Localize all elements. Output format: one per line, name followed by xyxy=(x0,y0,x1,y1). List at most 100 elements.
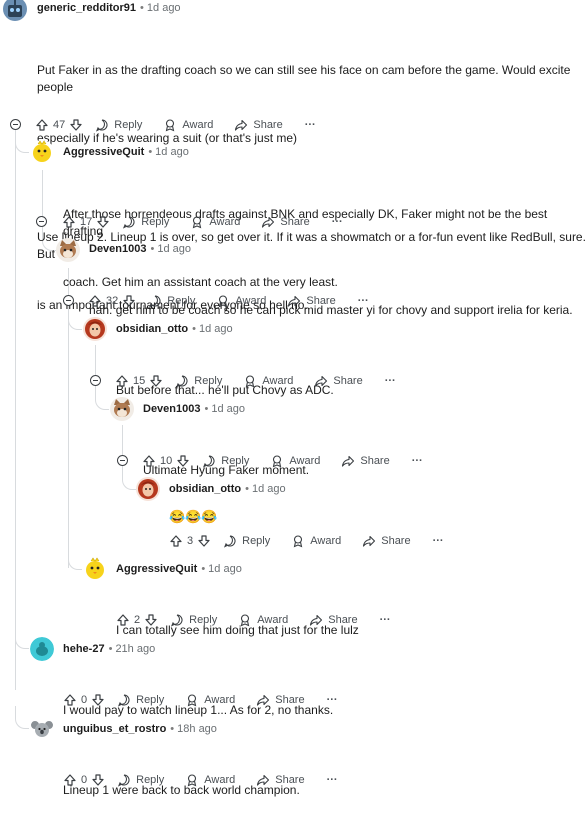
timestamp[interactable]: 1d ago xyxy=(157,243,191,255)
share-button[interactable]: Share xyxy=(234,118,283,132)
reply-button[interactable]: Reply xyxy=(117,693,164,707)
collapse-thread-button[interactable] xyxy=(10,119,21,130)
downvote-icon[interactable] xyxy=(122,294,136,308)
timestamp[interactable]: 1d ago xyxy=(208,563,242,575)
avatar[interactable] xyxy=(83,317,107,341)
share-button[interactable]: Share xyxy=(256,693,305,707)
reply-label: Reply xyxy=(194,375,223,387)
upvote-icon[interactable] xyxy=(63,773,77,787)
more-options-button[interactable]: ··· xyxy=(327,774,338,786)
comment-actions: 0 Reply Award Share ··· xyxy=(63,690,338,710)
collapse-thread-button[interactable] xyxy=(90,375,101,386)
timestamp[interactable]: 1d ago xyxy=(155,146,189,158)
more-options-button[interactable]: ··· xyxy=(433,535,444,547)
award-button[interactable]: Award xyxy=(216,294,266,308)
share-button[interactable]: Share xyxy=(314,374,363,388)
award-button[interactable]: Award xyxy=(291,534,341,548)
author-name[interactable]: obsidian_otto xyxy=(169,483,241,495)
downvote-icon[interactable] xyxy=(69,118,83,132)
author-name[interactable]: hehe-27 xyxy=(63,643,105,655)
more-options-button[interactable]: ··· xyxy=(327,694,338,706)
timestamp[interactable]: 1d ago xyxy=(211,403,245,415)
award-button[interactable]: Award xyxy=(185,773,235,787)
author-name[interactable]: generic_redditor91 xyxy=(37,2,136,14)
reply-button[interactable]: Reply xyxy=(95,118,142,132)
author-name[interactable]: Deven1003 xyxy=(89,243,147,255)
share-button[interactable]: Share xyxy=(287,294,336,308)
avatar[interactable] xyxy=(3,0,27,21)
collapse-thread-button[interactable] xyxy=(36,216,47,227)
more-options-button[interactable]: ··· xyxy=(380,614,391,626)
award-button[interactable]: Award xyxy=(185,693,235,707)
upvote-icon[interactable] xyxy=(142,454,156,468)
reply-icon xyxy=(170,613,184,627)
share-icon xyxy=(341,454,355,468)
avatar[interactable] xyxy=(30,717,54,741)
reply-button[interactable]: Reply xyxy=(202,454,249,468)
award-button[interactable]: Award xyxy=(243,374,293,388)
reply-button[interactable]: Reply xyxy=(122,215,169,229)
award-button[interactable]: Award xyxy=(270,454,320,468)
more-options-button[interactable]: ··· xyxy=(358,295,369,307)
timestamp[interactable]: 18h ago xyxy=(177,723,217,735)
comment-actions: 0 Reply Award Share ··· xyxy=(63,770,338,790)
timestamp[interactable]: 1d ago xyxy=(147,2,181,14)
award-button[interactable]: Award xyxy=(190,215,240,229)
award-button[interactable]: Award xyxy=(238,613,288,627)
author-name[interactable]: unguibus_et_rostro xyxy=(63,723,166,735)
downvote-icon[interactable] xyxy=(149,374,163,388)
upvote-icon[interactable] xyxy=(35,118,49,132)
reply-label: Reply xyxy=(136,774,165,786)
collapse-thread-button[interactable] xyxy=(117,455,128,466)
downvote-icon[interactable] xyxy=(96,215,110,229)
more-options-button[interactable]: ··· xyxy=(305,119,316,131)
upvote-icon[interactable] xyxy=(88,294,102,308)
downvote-icon[interactable] xyxy=(91,693,105,707)
more-options-button[interactable]: ··· xyxy=(332,216,343,228)
reply-label: Reply xyxy=(136,694,165,706)
share-button[interactable]: Share xyxy=(256,773,305,787)
downvote-icon[interactable] xyxy=(144,613,158,627)
avatar[interactable] xyxy=(56,238,80,262)
avatar[interactable] xyxy=(83,557,107,581)
collapse-thread-button[interactable] xyxy=(63,295,74,306)
avatar[interactable] xyxy=(30,637,54,661)
share-button[interactable]: Share xyxy=(362,534,411,548)
reply-button[interactable]: Reply xyxy=(223,534,270,548)
author-name[interactable]: AggressiveQuit xyxy=(116,563,197,575)
reply-button[interactable]: Reply xyxy=(175,374,222,388)
reply-icon xyxy=(223,534,237,548)
award-label: Award xyxy=(182,119,214,131)
timestamp[interactable]: 1d ago xyxy=(199,323,233,335)
avatar[interactable] xyxy=(30,140,54,164)
share-icon xyxy=(256,773,270,787)
more-options-button[interactable]: ··· xyxy=(385,375,396,387)
upvote-icon[interactable] xyxy=(115,374,129,388)
share-button[interactable]: Share xyxy=(341,454,390,468)
award-button[interactable]: Award xyxy=(163,118,213,132)
author-name[interactable]: AggressiveQuit xyxy=(63,146,144,158)
upvote-icon[interactable] xyxy=(116,613,130,627)
upvote-icon[interactable] xyxy=(169,534,183,548)
author-name[interactable]: Deven1003 xyxy=(143,403,201,415)
share-button[interactable]: Share xyxy=(309,613,358,627)
downvote-icon[interactable] xyxy=(91,773,105,787)
avatar[interactable] xyxy=(136,477,160,501)
upvote-icon[interactable] xyxy=(62,215,76,229)
thread-line-1[interactable] xyxy=(15,130,16,690)
reply-button[interactable]: Reply xyxy=(117,773,164,787)
downvote-icon[interactable] xyxy=(197,534,211,548)
avatar[interactable] xyxy=(110,397,134,421)
reply-button[interactable]: Reply xyxy=(170,613,217,627)
timestamp[interactable]: 21h ago xyxy=(115,643,155,655)
reply-button[interactable]: Reply xyxy=(148,294,195,308)
timestamp[interactable]: 1d ago xyxy=(252,483,286,495)
grey-koala-avatar-icon xyxy=(30,717,54,741)
downvote-icon[interactable] xyxy=(176,454,190,468)
upvote-icon[interactable] xyxy=(63,693,77,707)
author-name[interactable]: obsidian_otto xyxy=(116,323,188,335)
share-icon xyxy=(314,374,328,388)
more-options-button[interactable]: ··· xyxy=(412,455,423,467)
reply-icon xyxy=(202,454,216,468)
share-button[interactable]: Share xyxy=(261,215,310,229)
